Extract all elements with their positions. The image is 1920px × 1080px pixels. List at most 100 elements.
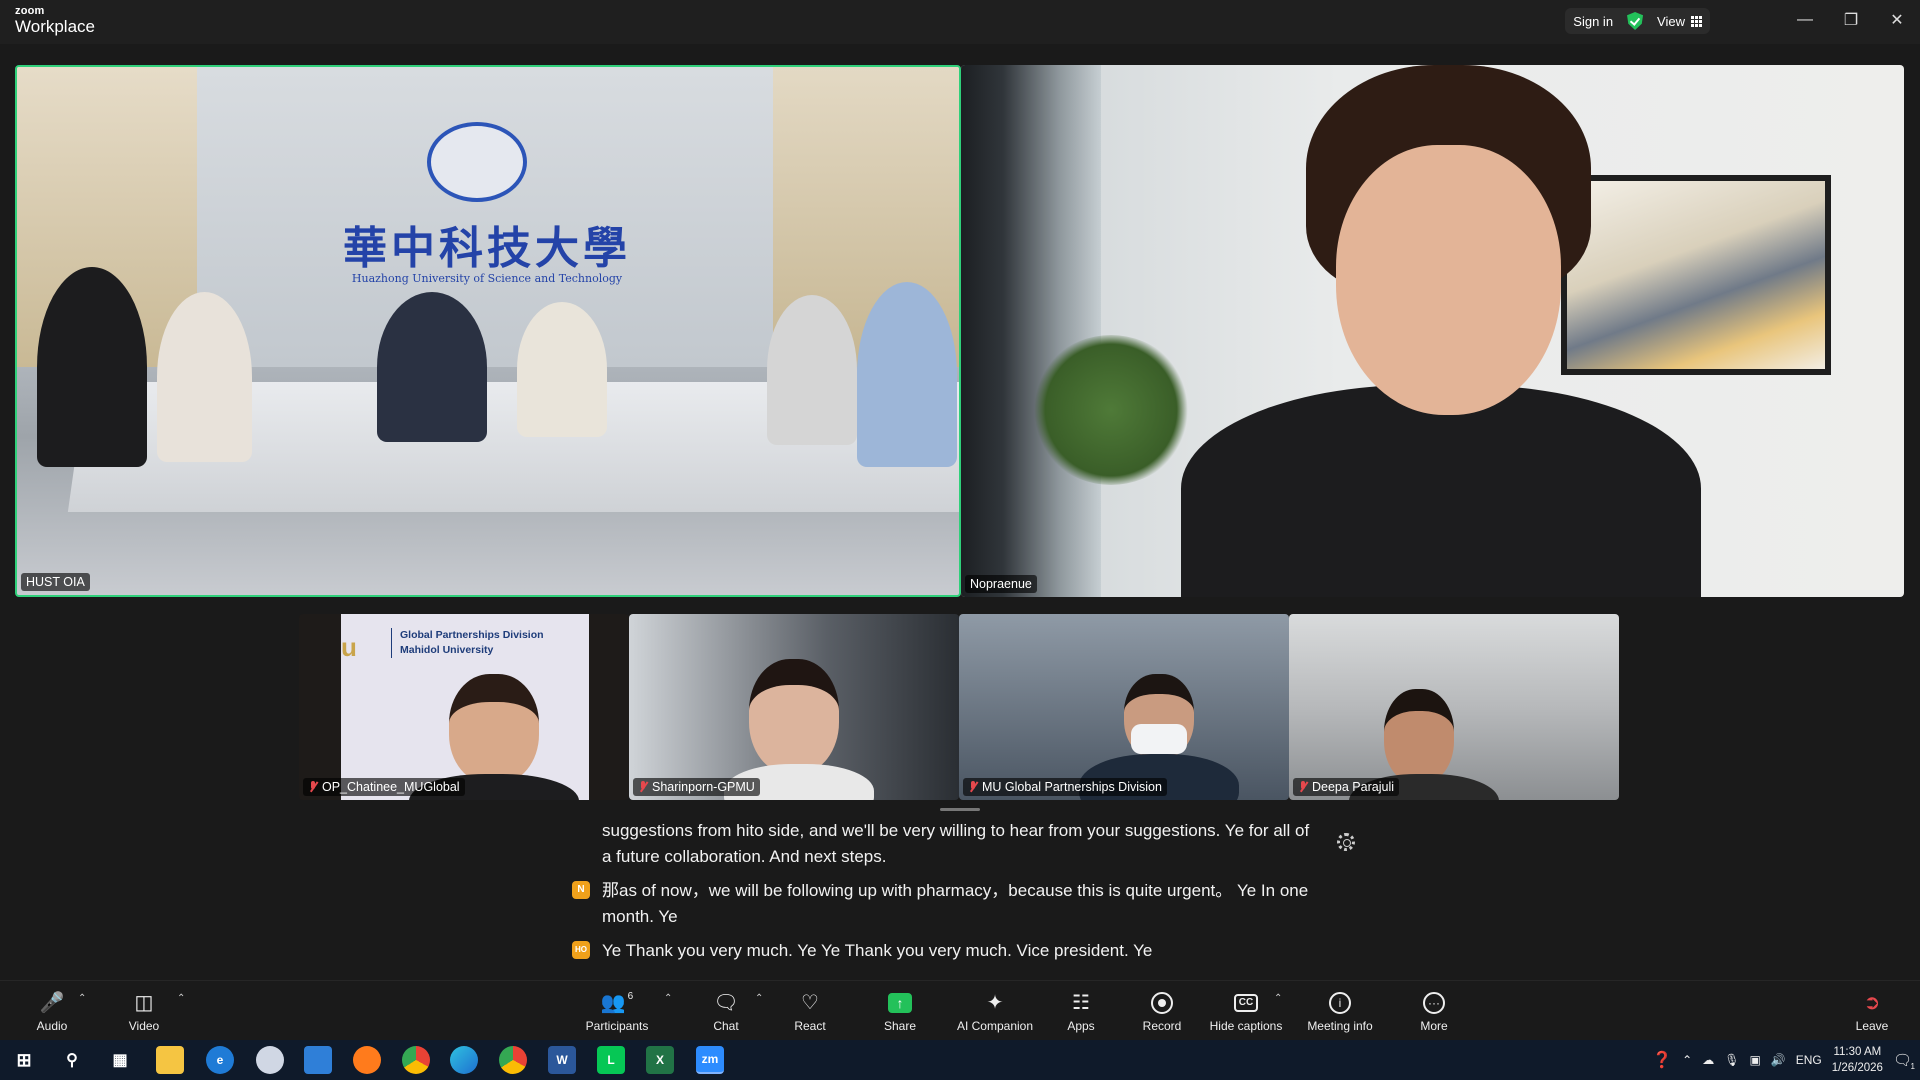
sign-in-button[interactable]: Sign in xyxy=(1573,14,1613,29)
participant-name-label: Nopraenue xyxy=(965,575,1037,593)
video-button[interactable]: ◫ Video xyxy=(120,981,168,1041)
share-button[interactable]: ↑ Share xyxy=(880,981,920,1041)
show-hidden-icons-chevron-icon[interactable]: ⌃ xyxy=(1682,1053,1692,1067)
meeting-toolbar: 🎤 Audio ⌃ ◫ Video ⌃ 👥 6 Participants ⌃ 🗨 … xyxy=(0,980,1920,1040)
heart-icon: ♡ xyxy=(801,992,819,1014)
edge-legacy-icon[interactable]: e xyxy=(206,1046,234,1074)
apps-button[interactable]: ☷ Apps xyxy=(1063,981,1099,1041)
participant-name-label: Deepa Parajuli xyxy=(1293,778,1399,796)
video-options-chevron-icon[interactable]: ⌃ xyxy=(177,993,185,1004)
participant-head xyxy=(749,659,839,774)
microphone-icon[interactable]: 🎙 xyxy=(1724,1053,1739,1067)
slide-title: Global Partnerships Division Mahidol Uni… xyxy=(391,628,544,659)
encryption-shield-icon[interactable] xyxy=(1627,12,1644,30)
minimize-icon[interactable]: — xyxy=(1782,0,1828,40)
system-clock[interactable]: 11:30 AM 1/26/2026 xyxy=(1832,1044,1883,1076)
windows-start-icon[interactable]: ⊞ xyxy=(10,1046,38,1074)
ai-companion-button[interactable]: ✦ AI Companion xyxy=(955,981,1035,1041)
sparkle-icon: ✦ xyxy=(986,992,1004,1014)
participants-options-chevron-icon[interactable]: ⌃ xyxy=(664,993,672,1004)
more-label: More xyxy=(1420,1019,1448,1033)
video-tile-hust-oia[interactable]: 華中科技大學 Huazhong University of Science an… xyxy=(15,65,961,597)
office-window xyxy=(961,65,1101,597)
chrome-icon[interactable] xyxy=(402,1046,430,1074)
captions-options-chevron-icon[interactable]: ⌃ xyxy=(1274,993,1282,1004)
participant-name: MU Global Partnerships Division xyxy=(982,780,1162,794)
share-label: Share xyxy=(883,1019,917,1033)
zoom-workplace-logo: zoom Workplace xyxy=(15,6,95,36)
task-view-icon[interactable]: ▦ xyxy=(106,1046,134,1074)
participants-button[interactable]: 👥 6 Participants xyxy=(582,981,652,1041)
university-name-chinese: 華中科技大學 xyxy=(343,223,631,274)
mic-muted-icon xyxy=(1298,781,1308,793)
hide-captions-label: Hide captions xyxy=(1209,1019,1283,1033)
speaker-avatar: HO xyxy=(572,941,590,959)
chrome-profile-icon[interactable] xyxy=(499,1046,527,1074)
participant-name: Nopraenue xyxy=(970,577,1032,591)
participant-figure xyxy=(37,267,147,467)
restore-icon[interactable]: ❐ xyxy=(1828,0,1874,40)
audio-button[interactable]: 🎤 Audio xyxy=(28,981,76,1041)
audio-label: Audio xyxy=(36,1019,68,1033)
search-icon[interactable]: ⚲ xyxy=(58,1046,86,1074)
notifications-icon[interactable]: 🗨 1 xyxy=(1893,1051,1915,1071)
record-label: Record xyxy=(1142,1019,1182,1033)
more-button[interactable]: ··· More xyxy=(1416,981,1452,1041)
caption-text: Ye Thank you very much. Ye Ye Thank you … xyxy=(602,941,1153,960)
excel-icon[interactable]: X xyxy=(646,1046,674,1074)
participant-name-label: OP_Chatinee_MUGlobal xyxy=(303,778,465,796)
leave-button[interactable]: ➲ Leave xyxy=(1852,981,1892,1041)
notification-count: 1 xyxy=(1910,1062,1915,1071)
participant-face xyxy=(1336,145,1561,415)
file-explorer-icon[interactable] xyxy=(156,1046,184,1074)
close-icon[interactable]: ✕ xyxy=(1874,0,1920,40)
clock-date: 1/26/2026 xyxy=(1831,1062,1883,1074)
firefox-icon[interactable] xyxy=(353,1046,381,1074)
participant-name-label: Sharinporn-GPMU xyxy=(633,778,760,796)
help-icon[interactable]: ❓ xyxy=(1652,1050,1672,1070)
slide-title-line-2: Mahidol University xyxy=(400,644,494,657)
network-icon[interactable]: ▣ xyxy=(1749,1053,1760,1067)
slide-title-line-1: Global Partnerships Division xyxy=(400,629,544,641)
onedrive-icon[interactable]: ☁ xyxy=(1702,1053,1714,1067)
participants-label: Participants xyxy=(585,1019,649,1033)
chat-button[interactable]: 🗨 Chat xyxy=(706,981,746,1041)
language-indicator[interactable]: ENG xyxy=(1796,1053,1822,1067)
volume-icon[interactable]: 🔊 xyxy=(1771,1053,1786,1067)
record-button[interactable]: Record xyxy=(1138,981,1186,1041)
react-button[interactable]: ♡ React xyxy=(790,981,830,1041)
view-button[interactable]: View xyxy=(1657,14,1702,29)
participant-figure xyxy=(857,282,957,467)
hide-captions-button[interactable]: CC Hide captions xyxy=(1208,981,1284,1041)
video-tile-op-chatinee[interactable]: u Global Partnerships Division Mahidol U… xyxy=(299,614,629,800)
video-tile-mu-global[interactable]: MU Global Partnerships Division xyxy=(959,614,1289,800)
word-icon[interactable]: W xyxy=(548,1046,576,1074)
paint-icon[interactable] xyxy=(256,1046,284,1074)
participant-name: OP_Chatinee_MUGlobal xyxy=(322,780,460,794)
live-captions-panel: suggestions from hito side, and we'll be… xyxy=(570,818,1320,972)
caption-line: HO Ye Thank you very much. Ye Ye Thank y… xyxy=(570,938,1320,964)
participant-body xyxy=(1181,385,1701,597)
chat-options-chevron-icon[interactable]: ⌃ xyxy=(755,993,763,1004)
participants-count: 6 xyxy=(627,991,634,1002)
zoom-app-icon[interactable]: zm xyxy=(696,1046,724,1074)
title-bar: zoom Workplace Sign in View — ❐ ✕ xyxy=(0,0,1920,44)
participant-name: HUST OIA xyxy=(26,575,85,589)
video-tile-deepa-parajuli[interactable]: Deepa Parajuli xyxy=(1289,614,1619,800)
title-actions: Sign in View xyxy=(1565,8,1710,34)
meeting-info-button[interactable]: i Meeting info xyxy=(1304,981,1376,1041)
video-tile-nopraenue[interactable]: Nopraenue xyxy=(961,65,1904,597)
participant-head xyxy=(1384,689,1454,784)
audio-options-chevron-icon[interactable]: ⌃ xyxy=(78,993,86,1004)
participants-icon: 👥 6 xyxy=(601,990,633,1016)
chat-label: Chat xyxy=(713,1019,739,1033)
caption-resize-handle[interactable] xyxy=(940,808,980,811)
video-tile-sharinporn[interactable]: Sharinporn-GPMU xyxy=(629,614,959,800)
caption-text: 那as of now，we will be following up with … xyxy=(602,881,1309,926)
mail-icon[interactable] xyxy=(304,1046,332,1074)
leave-door-icon: ➲ xyxy=(1863,992,1881,1014)
speaker-avatar: N xyxy=(572,881,590,899)
caption-settings-gear-icon[interactable] xyxy=(1337,833,1355,851)
line-icon[interactable]: L xyxy=(597,1046,625,1074)
edge-icon[interactable] xyxy=(450,1046,478,1074)
